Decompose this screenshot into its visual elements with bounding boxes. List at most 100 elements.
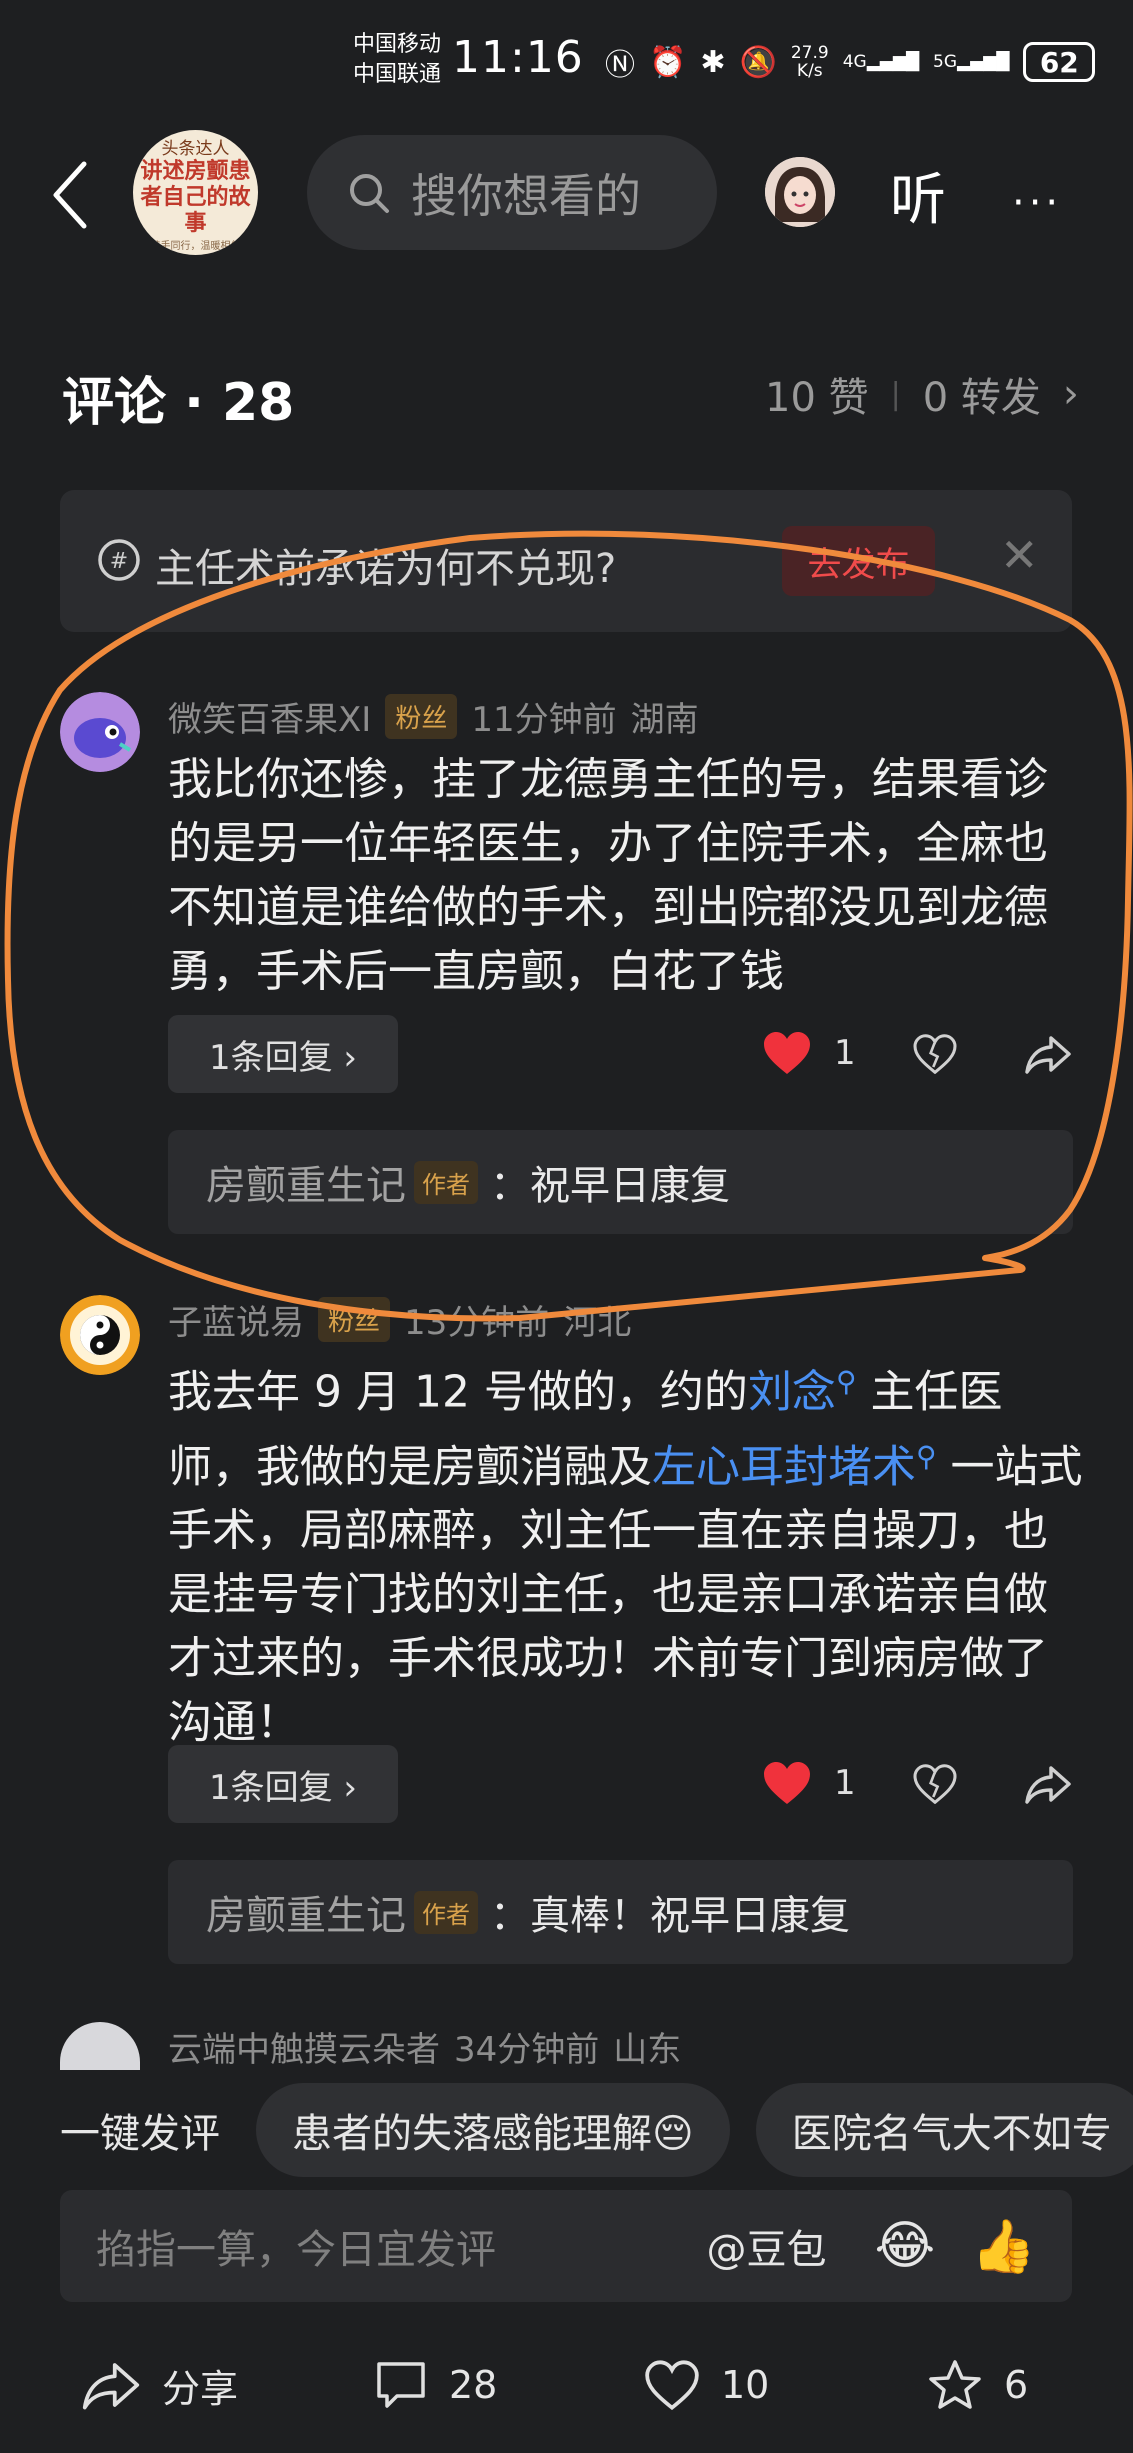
search-bar[interactable]: 搜你想看的 bbox=[307, 135, 717, 250]
search-icon: ⚲ bbox=[916, 1439, 937, 1473]
fan-badge: 粉丝 bbox=[318, 1297, 391, 1342]
comments-button[interactable]: 28 bbox=[375, 2360, 497, 2410]
cover-line-3: 携手同行，温暖相伴 bbox=[150, 240, 241, 252]
search-icon bbox=[350, 173, 389, 213]
share-button[interactable]: 分享 bbox=[82, 2358, 238, 2413]
view-replies-button[interactable]: 1条回复 › bbox=[168, 1745, 398, 1823]
comment-avatar[interactable] bbox=[60, 2022, 140, 2070]
broken-heart-icon[interactable] bbox=[913, 1764, 957, 1808]
share-icon[interactable] bbox=[1025, 1034, 1071, 1078]
listen-button[interactable]: 听 bbox=[890, 155, 946, 236]
like-button[interactable]: 10 bbox=[645, 2360, 769, 2410]
share-label: 分享 bbox=[162, 2366, 239, 2411]
alarm-icon: ⏰ bbox=[649, 44, 687, 80]
author-name[interactable]: 房颤重生记 bbox=[206, 1883, 406, 1941]
stats-separator: | bbox=[890, 376, 901, 412]
comments-count: 28 bbox=[449, 2363, 498, 2407]
comment-text: 我比你还惨，挂了龙德勇主任的号，结果看诊的是另一位年轻医生，办了住院手术，全麻也… bbox=[168, 754, 1048, 997]
doctor-link[interactable]: 刘念 bbox=[748, 1367, 836, 1418]
status-icons: Ⓝ ⏰ ✱ 🔕 27.9 K/s 4G▂▄▆█ 5G▂▄▆█ 62 bbox=[605, 40, 1096, 84]
bluetooth-icon: ✱ bbox=[700, 44, 726, 80]
author-name[interactable]: 房颤重生记 bbox=[206, 1153, 406, 1211]
comment-like-button[interactable]: 1 bbox=[762, 1760, 856, 1806]
search-icon: ⚲ bbox=[835, 1365, 857, 1398]
comment-like-count: 1 bbox=[834, 1033, 856, 1073]
publish-button[interactable]: 去发布 bbox=[782, 526, 935, 596]
heart-icon bbox=[645, 2360, 699, 2410]
net-speed: 27.9 K/s bbox=[790, 43, 829, 81]
comment-username[interactable]: 微笑百香果XI bbox=[168, 692, 371, 741]
comment-text: 我去年 9 月 12 号做的，约的刘念⚲ 主任医师，我做的是房颤消融及左心耳封堵… bbox=[168, 1365, 1083, 1749]
cover-line-2: 讲述房颤患者自己的故事 bbox=[140, 158, 251, 236]
author-reply[interactable]: 房颤重生记 作者 ：真棒！祝早日康复 bbox=[168, 1860, 1073, 1964]
likes-count-bottom: 10 bbox=[721, 2363, 770, 2407]
view-replies-button[interactable]: 1条回复 › bbox=[168, 1015, 398, 1093]
comment-username[interactable]: 子蓝说易 bbox=[168, 1295, 304, 1344]
user-avatar[interactable] bbox=[765, 157, 835, 227]
comment-time: 11分钟前 bbox=[471, 700, 617, 740]
author-reply-text: ：祝早日康复 bbox=[490, 1163, 730, 1209]
bottom-action-bar: 分享 28 10 6 bbox=[0, 2330, 1133, 2440]
comment-like-button[interactable]: 1 bbox=[762, 1030, 856, 1076]
comments-title: 评论 · 28 bbox=[62, 373, 295, 433]
topic-prompt-card: # 主任术前承诺为何不兑现? 去发布 ✕ bbox=[60, 490, 1072, 632]
svg-text:#: # bbox=[110, 549, 128, 574]
comment-meta: 子蓝说易 粉丝 13分钟前 河北 bbox=[168, 1295, 631, 1344]
author-reply[interactable]: 房颤重生记 作者 ：祝早日康复 bbox=[168, 1130, 1073, 1234]
heart-filled-icon bbox=[764, 1032, 810, 1074]
comment-composer[interactable]: 掐指一算，今日宜发评 @豆包 😂 👍 bbox=[60, 2190, 1072, 2302]
laughing-emoji-button[interactable]: 😂 bbox=[874, 2216, 935, 2276]
heart-filled-icon bbox=[764, 1762, 810, 1804]
author-badge: 作者 bbox=[414, 1890, 478, 1934]
favorite-button[interactable]: 6 bbox=[928, 2359, 1028, 2411]
clock: 11:16 bbox=[452, 32, 584, 83]
likes-count: 10 赞 bbox=[765, 375, 869, 421]
signal-5g: 5G▂▄▆█ bbox=[933, 52, 1010, 72]
prompt-text: 主任术前承诺为何不兑现? bbox=[155, 546, 617, 592]
account-cover-avatar[interactable]: 头条达人 讲述房颤患者自己的故事 携手同行，温暖相伴 bbox=[133, 130, 258, 255]
quick-reply-chip[interactable]: 患者的失落感能理解😔 bbox=[256, 2083, 730, 2177]
comment-time: 34分钟前 bbox=[454, 2030, 600, 2070]
share-icon bbox=[82, 2363, 140, 2410]
broken-heart-icon[interactable] bbox=[913, 1034, 957, 1078]
status-bar: 中国移动 中国联通 11:16 Ⓝ ⏰ ✱ 🔕 27.9 K/s 4G▂▄▆█ … bbox=[0, 0, 1133, 125]
star-icon bbox=[929, 2360, 981, 2409]
favorites-count: 6 bbox=[1004, 2363, 1029, 2407]
comment-location: 湖南 bbox=[630, 700, 699, 740]
search-placeholder: 搜你想看的 bbox=[411, 168, 641, 223]
topic-icon: # bbox=[98, 539, 140, 581]
comment-avatar[interactable] bbox=[60, 692, 140, 772]
chevron-left-icon bbox=[53, 161, 87, 229]
comment-avatar[interactable] bbox=[60, 1295, 140, 1375]
author-badge: 作者 bbox=[414, 1160, 478, 1204]
share-icon[interactable] bbox=[1025, 1764, 1071, 1808]
fan-badge: 粉丝 bbox=[385, 694, 458, 739]
reposts-count: 0 转发 bbox=[922, 375, 1041, 421]
engagement-stats[interactable]: 10 赞 | 0 转发 › bbox=[765, 365, 1079, 423]
comment-meta: 微笑百香果XI 粉丝 11分钟前 湖南 bbox=[168, 692, 699, 741]
quick-reply-label: 一键发评 bbox=[60, 2111, 220, 2157]
more-button[interactable]: ··· bbox=[1012, 180, 1062, 226]
battery-icon: 62 bbox=[1023, 42, 1096, 82]
nfc-icon: Ⓝ bbox=[605, 48, 635, 83]
comment-like-count: 1 bbox=[834, 1763, 856, 1803]
carrier-2: 中国联通 bbox=[353, 62, 442, 87]
comment-meta: 云端中触摸云朵者 34分钟前 山东 bbox=[168, 2022, 681, 2071]
comment-location: 河北 bbox=[563, 1303, 632, 1343]
comment-location: 山东 bbox=[613, 2030, 682, 2070]
signal-4g: 4G▂▄▆█ bbox=[842, 52, 920, 72]
carrier-labels: 中国移动 中国联通 bbox=[353, 30, 441, 90]
carrier-1: 中国移动 bbox=[353, 32, 442, 57]
quick-reply-chip[interactable]: 医院名气大不如专 bbox=[755, 2083, 1133, 2177]
author-reply-text: ：真棒！祝早日康复 bbox=[490, 1893, 850, 1939]
close-icon[interactable]: ✕ bbox=[1000, 528, 1039, 582]
thumbs-up-emoji-button[interactable]: 👍 bbox=[971, 2216, 1036, 2277]
procedure-link[interactable]: 左心耳封堵术 bbox=[652, 1441, 916, 1492]
comment-username[interactable]: 云端中触摸云朵者 bbox=[168, 2022, 440, 2071]
quick-reply-bar: 一键发评 患者的失落感能理解😔 医院名气大不如专 bbox=[0, 2080, 1133, 2180]
mute-icon: 🔕 bbox=[739, 44, 777, 80]
chevron-right-icon: › bbox=[1062, 371, 1079, 417]
mention-doubao-button[interactable]: @豆包 bbox=[706, 2217, 826, 2275]
back-button[interactable] bbox=[50, 160, 90, 230]
cover-line-1: 头条达人 bbox=[161, 138, 230, 159]
